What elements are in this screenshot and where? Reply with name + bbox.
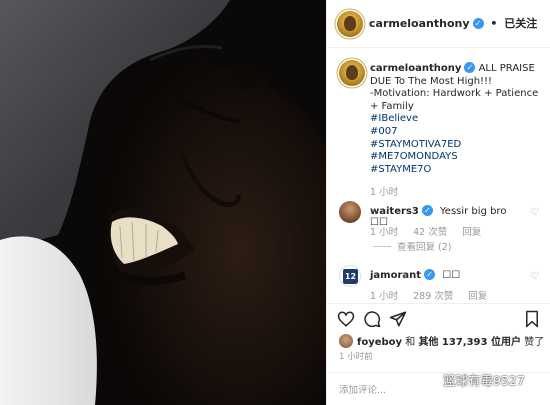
- comment-meta: 1 小时 42 次赞 回复: [370, 224, 493, 238]
- author-avatar[interactable]: [337, 11, 363, 37]
- post-actions-bar: [327, 303, 550, 333]
- post-photo: [0, 0, 326, 405]
- comment-reply-button[interactable]: 回复: [468, 291, 487, 302]
- comment-like-heart-icon[interactable]: ♡: [530, 207, 539, 218]
- bookmark-icon[interactable]: [523, 310, 541, 328]
- comment-timestamp: 1 小时: [370, 291, 399, 302]
- share-icon[interactable]: [389, 310, 407, 328]
- hashtag-link[interactable]: #STAYMOTIVA7ED: [370, 139, 544, 152]
- liker-username[interactable]: foyeboy: [357, 337, 402, 348]
- comment-like-count[interactable]: 289 次赞: [413, 291, 453, 302]
- jersey-number: 12: [343, 269, 358, 284]
- caption-text: carmeloanthony ✓ ALL PRAISE DUE To The Mo…: [370, 62, 544, 176]
- post-panel: carmeloanthony ✓ • 已关注 carmeloanthony ✓ AL…: [326, 0, 550, 405]
- hashtag-link[interactable]: #STAYME7O: [370, 164, 544, 177]
- verified-check-icon: ✓: [464, 62, 476, 73]
- caption-username[interactable]: carmeloanthony: [370, 63, 461, 74]
- wechat-logo-icon: [421, 373, 437, 387]
- caption-motivation-line: -Motivation: Hardwork + Patience + Famil…: [370, 88, 539, 112]
- caption-author-avatar[interactable]: [339, 60, 365, 86]
- follow-status-button[interactable]: 已关注: [504, 17, 537, 30]
- hashtag-link[interactable]: #IBelieve: [370, 113, 544, 126]
- comment-icon[interactable]: [363, 310, 381, 328]
- liker-avatar[interactable]: [339, 334, 353, 348]
- view-replies-button[interactable]: 查看回复 (2): [397, 239, 451, 253]
- caption-timestamp: 1 小时: [370, 187, 399, 198]
- comment-reply-button[interactable]: 回复: [462, 227, 481, 238]
- author-username[interactable]: carmeloanthony ✓ • 已关注: [369, 15, 537, 31]
- comment-text: ☐☐: [442, 270, 461, 281]
- watermark-text: 篮球有毒9527: [443, 373, 525, 388]
- author-username-text[interactable]: carmeloanthony: [369, 17, 470, 30]
- likes-connector: 和: [402, 337, 419, 348]
- likes-summary: foyeboy 和 其他 137,393 位用户 赞了: [339, 333, 544, 348]
- commenter-avatar[interactable]: [339, 201, 361, 223]
- hashtag-link[interactable]: #ME7OMONDAYS: [370, 151, 544, 164]
- comment-meta: 1 小时 289 次赞 回复: [370, 288, 499, 302]
- separator-dot: •: [490, 17, 498, 30]
- verified-check-icon: ✓: [421, 205, 433, 216]
- comment-like-heart-icon[interactable]: ♡: [530, 271, 539, 282]
- comment-timestamp: 1 小时: [370, 227, 399, 238]
- add-comment-input[interactable]: 添加评论...: [339, 382, 386, 396]
- comment-body: jamorant ✓ ☐☐: [370, 269, 520, 281]
- heart-icon[interactable]: [337, 310, 355, 328]
- commenter-avatar[interactable]: 12: [339, 265, 361, 287]
- verified-check-icon: ✓: [472, 18, 484, 29]
- post-timestamp: 1 小时前: [339, 352, 373, 362]
- likes-suffix: 赞了: [520, 337, 545, 348]
- post-header: carmeloanthony ✓ • 已关注: [327, 0, 550, 48]
- verified-check-icon: ✓: [424, 269, 436, 280]
- commenter-username[interactable]: waiters3: [370, 206, 419, 217]
- likes-others-count[interactable]: 其他 137,393 位用户: [418, 337, 521, 348]
- watermark: 篮球有毒9527: [421, 370, 550, 396]
- hashtag-link[interactable]: #007: [370, 126, 544, 139]
- commenter-username[interactable]: jamorant: [370, 270, 421, 281]
- comment-like-count[interactable]: 42 次赞: [413, 227, 447, 238]
